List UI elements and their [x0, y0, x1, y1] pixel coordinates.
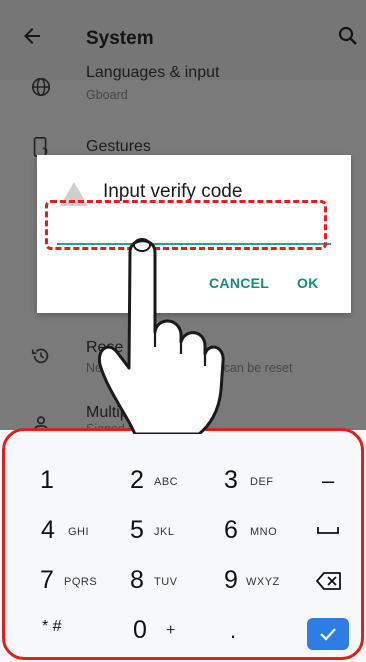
- screen: System Languages & input Gboard Gestures…: [0, 0, 366, 662]
- page-title: System: [86, 28, 154, 49]
- keyboard-highlight-box: [2, 428, 364, 660]
- pointing-hand-icon: [98, 238, 225, 434]
- globe-icon: [31, 77, 51, 97]
- search-icon[interactable]: [336, 24, 360, 48]
- ok-button[interactable]: OK: [297, 275, 319, 291]
- settings-item-title: Gestures: [86, 138, 151, 155]
- reset-history-icon: [31, 348, 49, 364]
- settings-item-title: Languages & input: [86, 64, 220, 81]
- settings-item-languages[interactable]: Languages & input Gboard: [0, 60, 366, 108]
- back-arrow-icon[interactable]: [20, 24, 44, 48]
- settings-item-subtitle: Gboard: [86, 88, 128, 102]
